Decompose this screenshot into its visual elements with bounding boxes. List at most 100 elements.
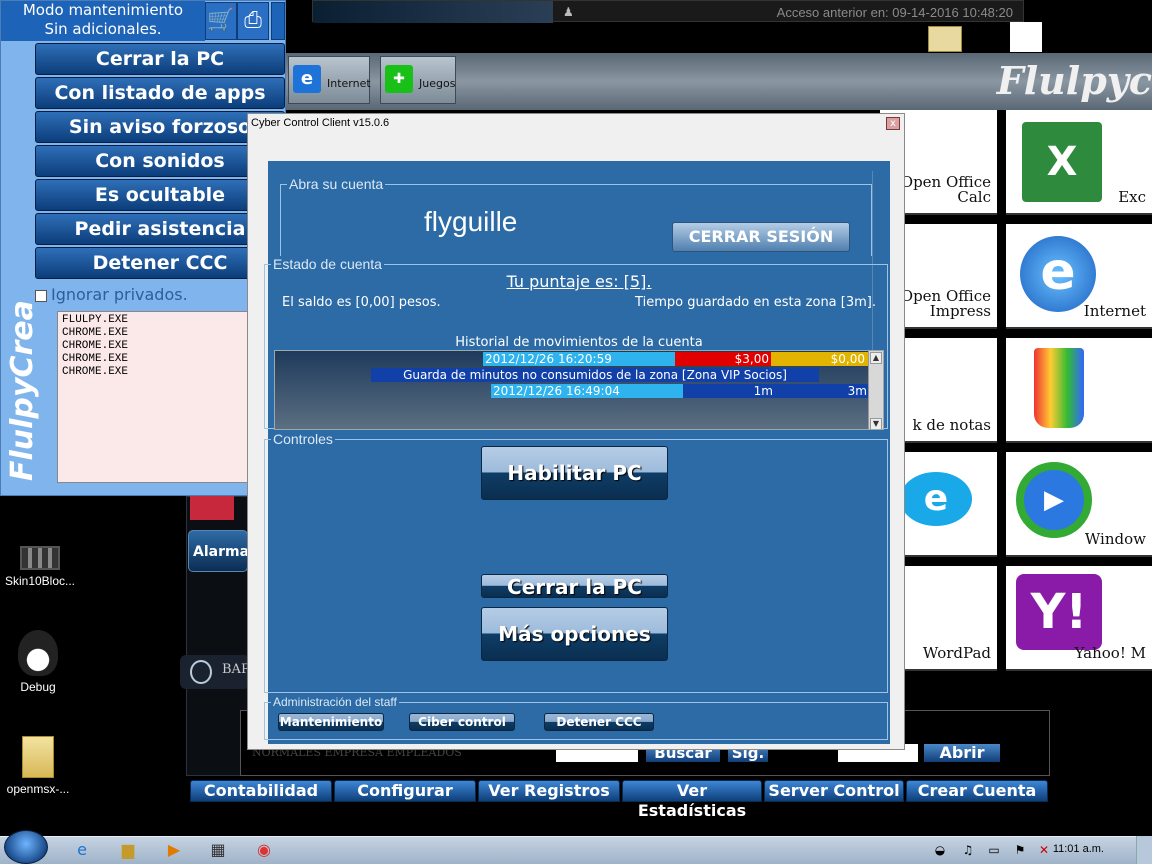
desktop-icon-skin10[interactable]: Skin10Bloc...: [0, 540, 80, 588]
mode-subtitle: Sin adicionales.: [44, 20, 162, 38]
tile-windows-media[interactable]: ▶ Window: [1006, 452, 1152, 557]
app-grid-icon[interactable]: ▦: [200, 838, 236, 862]
app-logo: Flulpyc: [996, 58, 1152, 103]
file-explorer-icon[interactable]: ▆: [110, 838, 146, 862]
staff-group-label: Administración del staff: [271, 695, 399, 709]
brand-vertical: FlulpyCrea: [5, 300, 40, 481]
view-logs-button[interactable]: Ver Registros: [478, 780, 620, 802]
list-item[interactable]: CHROME.EXE: [62, 327, 272, 340]
process-list[interactable]: FLULPY.EXE CHROME.EXE CHROME.EXE CHROME.…: [57, 311, 277, 483]
history-row[interactable]: Guarda de minutos no consumidos de la zo…: [371, 368, 819, 382]
tile-excel[interactable]: X Exc: [1006, 110, 1152, 215]
gamepad-icon: ✚: [385, 65, 413, 93]
media-player-icon: ▶: [1016, 462, 1092, 538]
history-row[interactable]: 2012/12/26 16:20:59 $3,00 $0,00: [275, 352, 869, 366]
history-total: 3m: [775, 384, 869, 398]
dialog-title: Cyber Control Client v15.0.6: [251, 117, 390, 129]
internet-explorer-icon: e: [1020, 236, 1096, 312]
user-icon: ♟: [563, 5, 574, 19]
stop-ccc-button[interactable]: Detener CCC: [544, 713, 654, 731]
shutdown-pc-button[interactable]: Cerrar la PC: [481, 574, 668, 599]
history-scrollbar[interactable]: ▲ ▼: [868, 351, 883, 429]
history-date: 2012/12/26 16:49:04: [491, 384, 683, 398]
cyber-control-button[interactable]: Ciber control: [409, 713, 515, 731]
display-icon[interactable]: ▭: [984, 838, 1004, 862]
more-options-button[interactable]: Más opciones: [481, 607, 668, 661]
accounting-button[interactable]: Contabilidad: [190, 780, 332, 802]
create-account-button[interactable]: Crear Cuenta: [906, 780, 1048, 802]
app-tile-grid: Open Office Calc X Exc Open Office Impre…: [880, 110, 1152, 675]
tile-yahoo-messenger[interactable]: Y! Yahoo! M: [1006, 566, 1152, 671]
scroll-down-icon[interactable]: ▼: [870, 418, 882, 429]
yahoo-icon: Y!: [1016, 574, 1102, 650]
flag-icon[interactable]: ⚑: [1010, 838, 1030, 862]
account-group-label: Abra su cuenta: [287, 176, 386, 192]
cyber-control-dialog: Cyber Control Client v15.0.6 x Abra su c…: [247, 113, 905, 750]
tab-juegos[interactable]: ✚ Juegos: [380, 56, 456, 104]
list-item[interactable]: CHROME.EXE: [62, 366, 272, 379]
network-error-icon[interactable]: ✕: [1034, 838, 1054, 862]
dialog-body: Abra su cuenta flyguille CERRAR SESIÓN E…: [264, 161, 890, 744]
list-item[interactable]: FLULPY.EXE: [62, 314, 272, 327]
ignore-private-checkbox[interactable]: Ignorar privados.: [35, 285, 188, 304]
open-button[interactable]: Abrir: [924, 744, 1000, 762]
list-item[interactable]: CHROME.EXE: [62, 340, 272, 353]
clock[interactable]: 11:01 a.m.: [1053, 843, 1104, 855]
history-balance: $0,00: [771, 352, 869, 366]
red-shortcut-icon[interactable]: [190, 496, 234, 520]
excel-icon: X: [1022, 122, 1102, 202]
history-minutes: 1m: [683, 384, 775, 398]
history-row[interactable]: 2012/12/26 16:49:04 1m 3m: [275, 384, 869, 398]
score-text: Tu puntaje es: [5].: [506, 272, 652, 291]
history-list[interactable]: 2012/12/26 16:20:59 $3,00 $0,00 Guarda d…: [274, 350, 884, 430]
shutdown-pc-button[interactable]: Cerrar la PC: [35, 43, 285, 75]
show-desktop-button[interactable]: [1136, 836, 1152, 864]
scroll-up-icon[interactable]: ▲: [870, 352, 882, 364]
list-item[interactable]: CHROME.EXE: [62, 353, 272, 366]
internet-explorer-icon: e: [293, 65, 321, 93]
logout-button[interactable]: CERRAR SESIÓN: [672, 222, 850, 252]
network-tray-icon[interactable]: ◒: [930, 838, 950, 862]
start-button[interactable]: [4, 830, 48, 864]
internet-explorer-icon[interactable]: e: [64, 838, 100, 862]
mode-header: Modo mantenimiento Sin adicionales.: [1, 1, 205, 41]
alarm-button[interactable]: Alarma: [188, 530, 249, 572]
desktop-icon-openmsx[interactable]: openmsx-...: [0, 736, 78, 796]
panel-scrollbar[interactable]: [271, 2, 285, 40]
last-access-text: Acceso anterior en: 09-14-2016 10:48:20: [776, 5, 1013, 20]
username-label: flyguille: [424, 206, 518, 237]
film-strip-icon: [20, 546, 60, 570]
volume-icon[interactable]: ♫: [958, 838, 978, 862]
cart-icon[interactable]: 🛒: [205, 2, 237, 40]
search-icon[interactable]: [190, 660, 212, 684]
tile-paint[interactable]: [1006, 338, 1152, 443]
folder-icon: [22, 736, 54, 778]
document-icon: [1010, 22, 1042, 52]
server-control-button[interactable]: Server Control: [764, 780, 904, 802]
tile-internet[interactable]: e Internet: [1006, 224, 1152, 329]
app-list-button[interactable]: Con listado de apps: [35, 77, 285, 109]
ignore-private-label: Ignorar privados.: [51, 285, 188, 304]
skype-icon: e: [900, 472, 972, 526]
balance-text: El saldo es [0,00] pesos.: [282, 295, 441, 310]
configure-button[interactable]: Configurar: [334, 780, 476, 802]
controls-group-label: Controles: [271, 431, 335, 447]
enable-pc-button[interactable]: Habilitar PC: [481, 446, 668, 500]
maintenance-panel: Modo mantenimiento Sin adicionales. 🛒 ⎙ …: [0, 0, 286, 496]
tab-internet[interactable]: e Internet: [288, 56, 371, 104]
media-player-icon[interactable]: ▶: [156, 838, 192, 862]
history-amount: $3,00: [675, 352, 771, 366]
paint-brushes-icon: [1034, 348, 1084, 428]
saved-time-text: Tiempo guardado en esta zona [3m].: [635, 295, 876, 310]
mode-title: Modo mantenimiento: [22, 1, 184, 19]
history-date: 2012/12/26 16:20:59: [483, 352, 675, 366]
desktop-icon-debug[interactable]: Debug: [0, 630, 78, 694]
top-bar-banner: [313, 1, 553, 23]
maintenance-button[interactable]: Mantenimiento: [278, 713, 384, 731]
view-stats-button[interactable]: Ver Estadísticas: [622, 780, 762, 820]
close-icon[interactable]: x: [886, 117, 900, 130]
history-title: Historial de movimientos de la cuenta: [455, 335, 703, 350]
printer-icon[interactable]: ⎙: [237, 2, 269, 40]
top-status-bar: ♟ Acceso anterior en: 09-14-2016 10:48:2…: [312, 0, 1024, 23]
chrome-icon[interactable]: ◉: [246, 838, 282, 862]
